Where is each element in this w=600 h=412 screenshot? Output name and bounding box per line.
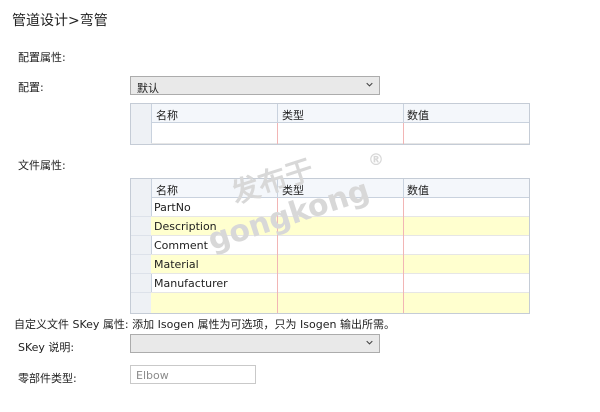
table-row[interactable]: PartNo (151, 198, 529, 217)
part-type-placeholder: Elbow (136, 369, 169, 382)
table-row[interactable] (151, 123, 529, 144)
config-select[interactable]: 默认 (130, 76, 380, 95)
cell-name[interactable]: Comment (154, 239, 208, 252)
file-section-label: 文件属性: (18, 159, 66, 172)
config-section-label: 配置属性: (18, 51, 66, 64)
column-header-type: 类型 (282, 184, 304, 197)
table-row[interactable]: Description (151, 217, 529, 236)
column-header-type: 类型 (282, 109, 304, 122)
chevron-down-icon (366, 340, 373, 345)
row-header-column (131, 104, 152, 144)
file-properties-table: 名称 类型 数值 PartNo Description Comment Mate… (130, 178, 530, 314)
column-header-name: 名称 (156, 109, 178, 122)
chevron-down-icon (366, 82, 373, 87)
config-label: 配置: (18, 81, 44, 94)
part-type-label: 零部件类型: (18, 372, 77, 385)
table-header (131, 179, 529, 198)
skey-select[interactable] (130, 334, 380, 353)
skey-note: 自定义文件 SKey 属性: 添加 Isogen 属性为可选项，只为 Isoge… (14, 318, 395, 331)
table-row[interactable]: Comment (151, 236, 529, 255)
skey-label: SKey 说明: (18, 341, 75, 354)
column-header-value: 数值 (407, 184, 429, 197)
part-type-input[interactable]: Elbow (130, 365, 256, 384)
page-title: 管道设计>弯管 (12, 13, 108, 29)
table-row[interactable]: Material (151, 255, 529, 274)
cell-name[interactable]: Manufacturer (154, 277, 228, 290)
watermark-registered-mark: ® (368, 150, 384, 169)
table-header (131, 104, 529, 123)
table-row[interactable]: Manufacturer (151, 274, 529, 293)
cell-name[interactable]: PartNo (154, 201, 191, 214)
table-row[interactable] (151, 293, 529, 313)
config-properties-table: 名称 类型 数值 (130, 103, 530, 145)
cell-name[interactable]: Material (154, 258, 199, 271)
column-header-name: 名称 (156, 184, 178, 197)
config-select-value: 默认 (137, 82, 159, 95)
cell-name[interactable]: Description (154, 220, 217, 233)
column-header-value: 数值 (407, 109, 429, 122)
